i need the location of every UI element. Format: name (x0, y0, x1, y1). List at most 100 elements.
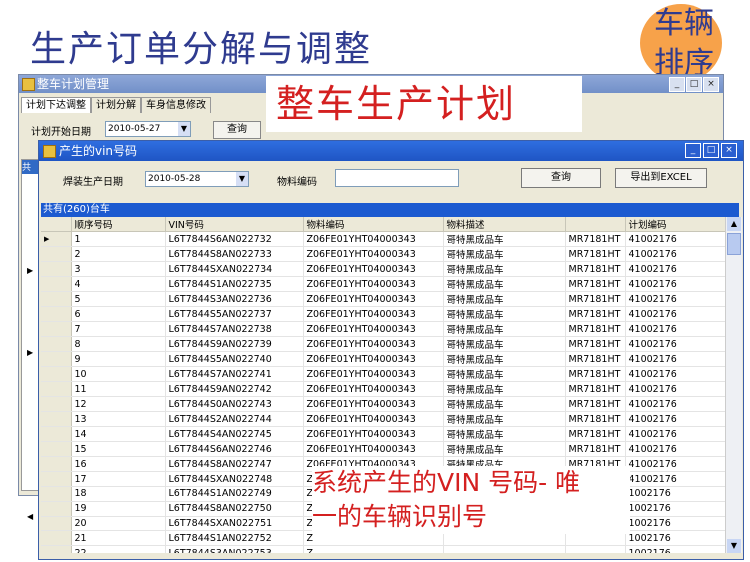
table-row[interactable]: ▶ 1 L6T7844S6AN022732 Z06FE01YHT04000343 哥特黑… (41, 231, 725, 247)
table-cell: 16 (71, 456, 166, 472)
table-cell: MR7181HT (565, 351, 626, 367)
row-selector[interactable] (41, 306, 72, 322)
close-icon[interactable]: × (703, 77, 719, 92)
table-cell (443, 545, 566, 553)
table-row[interactable]: 22L6T7844S3AN022753Z 1002176 (41, 545, 725, 553)
table-cell: MR7181HT (565, 381, 626, 397)
table-cell: Z06FE01YHT04000343 (303, 321, 444, 337)
column-header[interactable] (565, 217, 626, 232)
tab-body-edit[interactable]: 车身信息修改 (141, 97, 211, 113)
start-date-label: 计划开始日期 (31, 127, 91, 138)
table-cell: 1002176 (625, 545, 725, 553)
scroll-thumb[interactable] (727, 233, 741, 255)
table-cell: MR7181HT (565, 306, 626, 322)
row-selector[interactable] (41, 486, 72, 502)
table-row[interactable]: 14 L6T7844S4AN022745 Z06FE01YHT04000343 哥特黑… (41, 426, 725, 442)
material-code-input[interactable] (335, 169, 459, 187)
table-cell: 2 (71, 246, 166, 262)
column-header[interactable]: 顺序号码 (71, 217, 166, 232)
row-selector[interactable] (41, 261, 72, 277)
row-selector[interactable] (41, 545, 72, 553)
table-cell: 哥特黑成品车 (443, 396, 566, 412)
row-selector[interactable] (41, 366, 72, 382)
row-selector[interactable] (41, 426, 72, 442)
table-row[interactable]: 5 L6T7844S3AN022736 Z06FE01YHT04000343 哥特黑成… (41, 291, 725, 307)
table-cell: 哥特黑成品车 (443, 246, 566, 262)
table-row[interactable]: 13 L6T7844S2AN022744 Z06FE01YHT04000343 哥特黑… (41, 411, 725, 427)
tab-plan-adjust[interactable]: 计划下达调整 (21, 97, 91, 113)
table-cell: MR7181HT (565, 246, 626, 262)
row-selector[interactable] (41, 396, 72, 412)
scroll-up-icon[interactable]: ▲ (727, 217, 741, 231)
table-cell: 41002176 (625, 456, 725, 472)
table-cell: 1002176 (625, 516, 725, 532)
table-row[interactable]: 6 L6T7844S5AN022737 Z06FE01YHT04000343 哥特黑成… (41, 306, 725, 322)
back-query-button[interactable]: 查询 (213, 121, 261, 139)
chevron-down-icon[interactable]: ▼ (178, 122, 190, 136)
minimize-icon[interactable]: _ (669, 77, 685, 92)
maximize-icon[interactable]: □ (686, 77, 702, 92)
row-selector[interactable] (41, 516, 72, 532)
table-row[interactable]: 10 L6T7844S7AN022741 Z06FE01YHT04000343 哥特黑… (41, 366, 725, 382)
row-selector[interactable] (41, 246, 72, 262)
row-selector[interactable] (41, 336, 72, 352)
vin-window-titlebar[interactable]: 产生的vin号码 _ □ × (39, 141, 743, 161)
column-header[interactable]: 计划编码 (625, 217, 725, 232)
row-selector[interactable] (41, 411, 72, 427)
row-selector[interactable] (41, 530, 72, 547)
column-header[interactable]: 物料编码 (303, 217, 444, 232)
table-cell: MR7181HT (565, 336, 626, 352)
column-header[interactable]: 物料描述 (443, 217, 566, 232)
table-cell: L6T7844S7AN022741 (165, 366, 304, 382)
query-button[interactable]: 查询 (521, 168, 601, 188)
table-cell: 41002176 (625, 366, 725, 382)
table-cell: 41002176 (625, 396, 725, 412)
scroll-left-icon[interactable]: ◀ (27, 512, 33, 521)
table-row[interactable]: 12 L6T7844S0AN022743 Z06FE01YHT04000343 哥特黑… (41, 396, 725, 412)
table-cell: Z06FE01YHT04000343 (303, 291, 444, 307)
table-cell: Z06FE01YHT04000343 (303, 366, 444, 382)
start-date-select[interactable]: 2010-05-27 ▼ (105, 121, 191, 137)
table-row[interactable]: 2 L6T7844S8AN022733 Z06FE01YHT04000343 哥特黑成… (41, 246, 725, 262)
table-cell: 41002176 (625, 291, 725, 307)
row-selector[interactable] (41, 321, 72, 337)
table-cell: Z06FE01YHT04000343 (303, 351, 444, 367)
export-excel-button[interactable]: 导出到EXCEL (615, 168, 707, 188)
row-selector[interactable]: ▶ (41, 231, 72, 247)
table-cell: 41002176 (625, 231, 725, 247)
vin-explanation-note: 系统产生的VIN 号码- 唯 一的车辆识别号 (312, 466, 630, 534)
row-selector[interactable] (41, 351, 72, 367)
table-row[interactable]: 9 L6T7844S5AN022740 Z06FE01YHT04000343 哥特黑成… (41, 351, 725, 367)
close-icon[interactable]: × (721, 143, 737, 158)
vertical-scrollbar[interactable]: ▲ ▼ (725, 217, 742, 553)
row-selector[interactable] (41, 471, 72, 487)
note-line-1: 系统产生的VIN 号码- 唯 (312, 468, 581, 497)
row-selector[interactable] (41, 276, 72, 292)
table-row[interactable]: 3 L6T7844SXAN022734 Z06FE01YHT04000343 哥特黑成… (41, 261, 725, 277)
chevron-down-icon[interactable]: ▼ (236, 172, 248, 186)
table-row[interactable]: 4 L6T7844S1AN022735 Z06FE01YHT04000343 哥特黑成… (41, 276, 725, 292)
minimize-icon[interactable]: _ (685, 143, 701, 158)
table-cell: L6T7844S5AN022737 (165, 306, 304, 322)
row-selector[interactable] (41, 291, 72, 307)
maximize-icon[interactable]: □ (703, 143, 719, 158)
grid-header-row: 顺序号码 VIN号码 物料编码 物料描述 计划编码 (41, 217, 725, 232)
table-row[interactable]: 11 L6T7844S9AN022742 Z06FE01YHT04000343 哥特黑… (41, 381, 725, 397)
table-cell: 41002176 (625, 411, 725, 427)
table-cell: 11 (71, 381, 166, 397)
table-row[interactable]: 8 L6T7844S9AN022739 Z06FE01YHT04000343 哥特黑成… (41, 336, 725, 352)
tab-plan-split[interactable]: 计划分解 (91, 97, 141, 113)
table-cell: 哥特黑成品车 (443, 276, 566, 292)
table-row[interactable]: 15 L6T7844S6AN022746 Z06FE01YHT04000343 哥特黑… (41, 441, 725, 457)
table-cell: MR7181HT (565, 396, 626, 412)
row-selector[interactable] (41, 456, 72, 472)
column-header[interactable]: VIN号码 (165, 217, 304, 232)
heading-vehicle-production-plan: 整车生产计划 (266, 76, 582, 132)
row-selector[interactable] (41, 501, 72, 517)
welding-date-select[interactable]: 2010-05-28 ▼ (145, 171, 249, 187)
table-cell: L6T7844S1AN022735 (165, 276, 304, 292)
table-row[interactable]: 7 L6T7844S7AN022738 Z06FE01YHT04000343 哥特黑成… (41, 321, 725, 337)
row-selector[interactable] (41, 441, 72, 457)
row-selector[interactable] (41, 381, 72, 397)
scroll-down-icon[interactable]: ▼ (727, 539, 741, 553)
